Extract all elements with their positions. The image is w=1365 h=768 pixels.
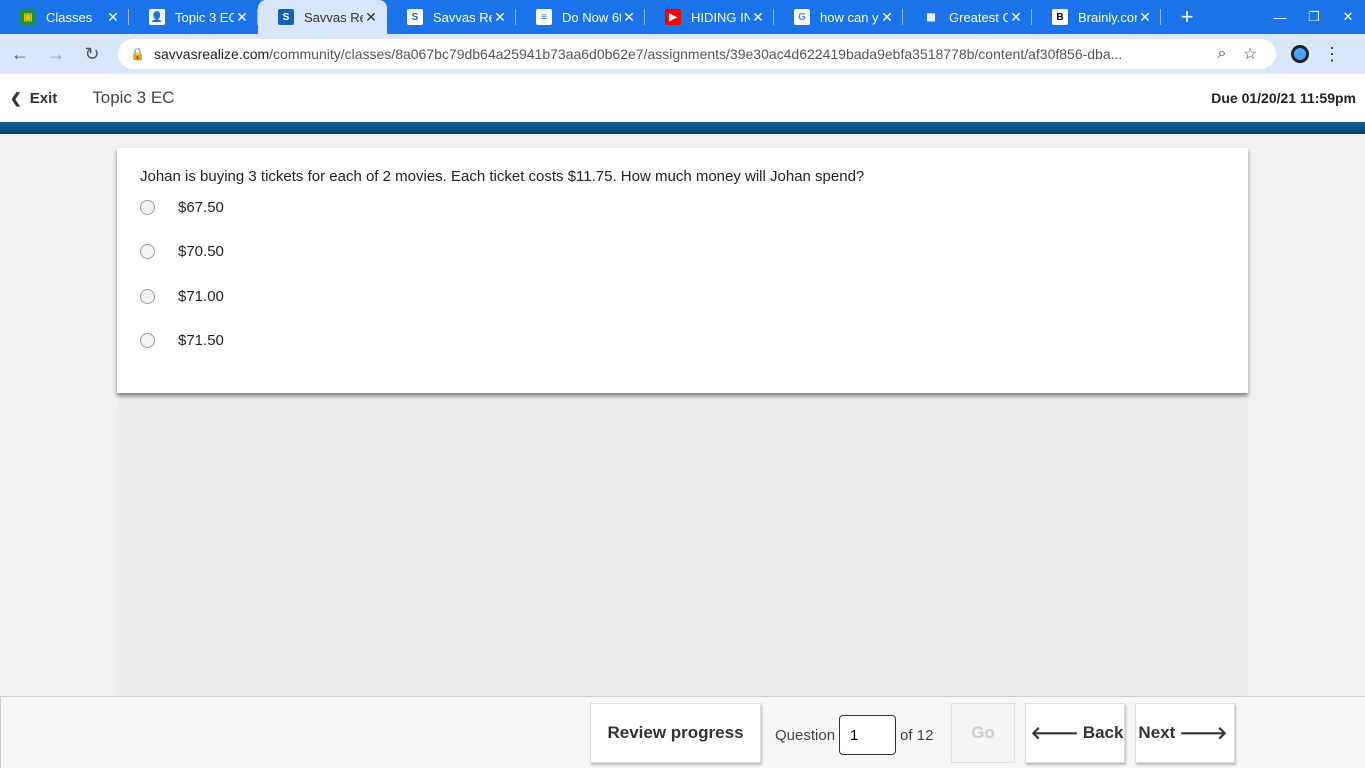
browser-tab-do-now[interactable]: ≡ Do Now 6t ✕: [516, 0, 645, 34]
radio-button[interactable]: [140, 244, 155, 260]
option-label: $71.50: [178, 332, 224, 350]
due-date: Due 01/20/21 11:59pm: [1211, 90, 1356, 106]
savvas-icon: S: [278, 9, 294, 25]
address-bar[interactable]: 🔒 savvasrealize.com/community/classes/8a…: [118, 39, 1276, 69]
profile-avatar[interactable]: [1284, 38, 1316, 70]
close-tab-icon[interactable]: ✕: [879, 9, 895, 25]
exit-label: Exit: [29, 89, 58, 107]
question-jump: Question of 12: [775, 715, 933, 755]
answer-option[interactable]: $70.50: [140, 230, 1225, 275]
close-tab-icon[interactable]: ✕: [621, 9, 637, 25]
close-tab-icon[interactable]: ✕: [750, 9, 766, 25]
arrow-left-icon: 🡐: [1030, 722, 1079, 743]
tab-title: Do Now 6t: [562, 9, 621, 25]
forward-arrow-icon[interactable]: →: [40, 38, 72, 70]
browser-tabstrip: ▣ Classes ✕ 👤 Topic 3 EC ✕ S Savvas Re ✕…: [0, 0, 1365, 34]
lock-icon: 🔒: [130, 47, 145, 61]
browser-menu-icon[interactable]: ⋮: [1316, 38, 1348, 70]
tab-title: HIDING INS: [691, 9, 750, 25]
google-classroom-icon: ▣: [20, 9, 36, 25]
option-label: $70.50: [178, 243, 224, 261]
question-number-input[interactable]: [839, 715, 897, 755]
back-label: Back: [1082, 723, 1124, 742]
answer-option[interactable]: $71.50: [140, 319, 1225, 364]
tab-title: Savvas Re: [433, 9, 492, 25]
close-tab-icon[interactable]: ✕: [1008, 9, 1024, 25]
browser-tab-classes[interactable]: ▣ Classes ✕: [0, 0, 129, 34]
radio-button[interactable]: [140, 199, 155, 215]
browser-tab-topic-3-ec[interactable]: 👤 Topic 3 EC ✕: [129, 0, 258, 34]
next-button[interactable]: Next 🡒: [1135, 703, 1235, 763]
savvas-icon: S: [407, 9, 423, 25]
google-docs-icon: ≡: [536, 9, 552, 25]
next-label: Next: [1138, 723, 1176, 742]
tab-title: Topic 3 EC: [175, 9, 234, 25]
tab-title: Brainly.con: [1078, 9, 1137, 25]
browser-tab-savvas-active[interactable]: S Savvas Re ✕: [258, 0, 387, 34]
reload-icon[interactable]: ↻: [76, 38, 108, 70]
grid-icon: ▦: [926, 11, 936, 23]
restore-icon[interactable]: ❐: [1297, 0, 1331, 34]
url-text: savvasrealize.com/community/classes/8a06…: [154, 46, 1208, 62]
close-tab-icon[interactable]: ✕: [363, 9, 379, 25]
radio-button[interactable]: [140, 333, 155, 349]
answer-option[interactable]: $67.50: [140, 185, 1225, 230]
radio-button[interactable]: [140, 288, 155, 304]
browser-tab-greatest[interactable]: ▦ Greatest C ✕: [903, 0, 1032, 34]
close-window-icon[interactable]: ✕: [1331, 0, 1365, 34]
youtube-icon: ▶: [665, 9, 681, 25]
browser-tab-brainly[interactable]: B Brainly.con ✕: [1032, 0, 1161, 34]
new-tab-button[interactable]: +: [1167, 0, 1207, 34]
browser-tab-savvas[interactable]: S Savvas Re ✕: [387, 0, 516, 34]
bookmark-star-icon[interactable]: ☆: [1236, 44, 1264, 64]
brainly-icon: B: [1052, 9, 1068, 25]
question-navigation-footer: Review progress Question of 12 Go 🡐 Back…: [0, 696, 1365, 768]
option-label: $67.50: [178, 198, 224, 216]
assignment-title: Topic 3 EC: [92, 88, 175, 107]
exit-button[interactable]: ❮ Exit: [10, 90, 57, 107]
tab-title: Greatest C: [949, 9, 1008, 25]
tab-title: Classes: [46, 9, 93, 25]
tab-title: Savvas Re: [304, 9, 363, 25]
close-tab-icon[interactable]: ✕: [234, 9, 250, 25]
browser-tab-google-search[interactable]: G how can yo ✕: [774, 0, 903, 34]
window-controls: — ❐ ✕: [1263, 0, 1365, 34]
url-host: savvasrealize.com: [154, 46, 270, 62]
zoom-icon[interactable]: ⌕: [1208, 45, 1236, 63]
avatar-icon: [1291, 45, 1309, 63]
google-icon: G: [794, 9, 810, 25]
close-tab-icon[interactable]: ✕: [105, 9, 121, 25]
header-accent-bar: [0, 122, 1365, 134]
back-button[interactable]: 🡐 Back: [1025, 703, 1125, 763]
go-button[interactable]: Go: [951, 703, 1015, 763]
tab-title: how can yo: [820, 9, 879, 25]
option-label: $71.00: [178, 287, 224, 305]
arrow-right-icon: 🡒: [1179, 722, 1228, 743]
classroom-assignment-icon: 👤: [149, 9, 165, 25]
question-text: Johan is buying 3 tickets for each of 2 …: [140, 168, 865, 185]
minimize-icon[interactable]: —: [1263, 0, 1297, 34]
chevron-left-icon: ❮: [10, 89, 22, 106]
browser-tab-youtube[interactable]: ▶ HIDING INS ✕: [645, 0, 774, 34]
back-arrow-icon[interactable]: ←: [4, 38, 36, 70]
review-progress-button[interactable]: Review progress: [590, 703, 761, 763]
browser-toolbar: ← → ↻ 🔒 savvasrealize.com/community/clas…: [0, 34, 1365, 74]
close-tab-icon[interactable]: ✕: [1137, 9, 1153, 25]
question-card: Johan is buying 3 tickets for each of 2 …: [117, 148, 1248, 393]
question-label: Question: [775, 726, 836, 744]
url-path: /community/classes/8a067bc79db64a25941b7…: [269, 46, 1123, 62]
question-total: of 12: [900, 726, 934, 744]
close-tab-icon[interactable]: ✕: [492, 9, 508, 25]
answer-option[interactable]: $71.00: [140, 274, 1225, 319]
assignment-header: ❮ Exit Topic 3 EC Due 01/20/21 11:59pm: [0, 74, 1365, 122]
